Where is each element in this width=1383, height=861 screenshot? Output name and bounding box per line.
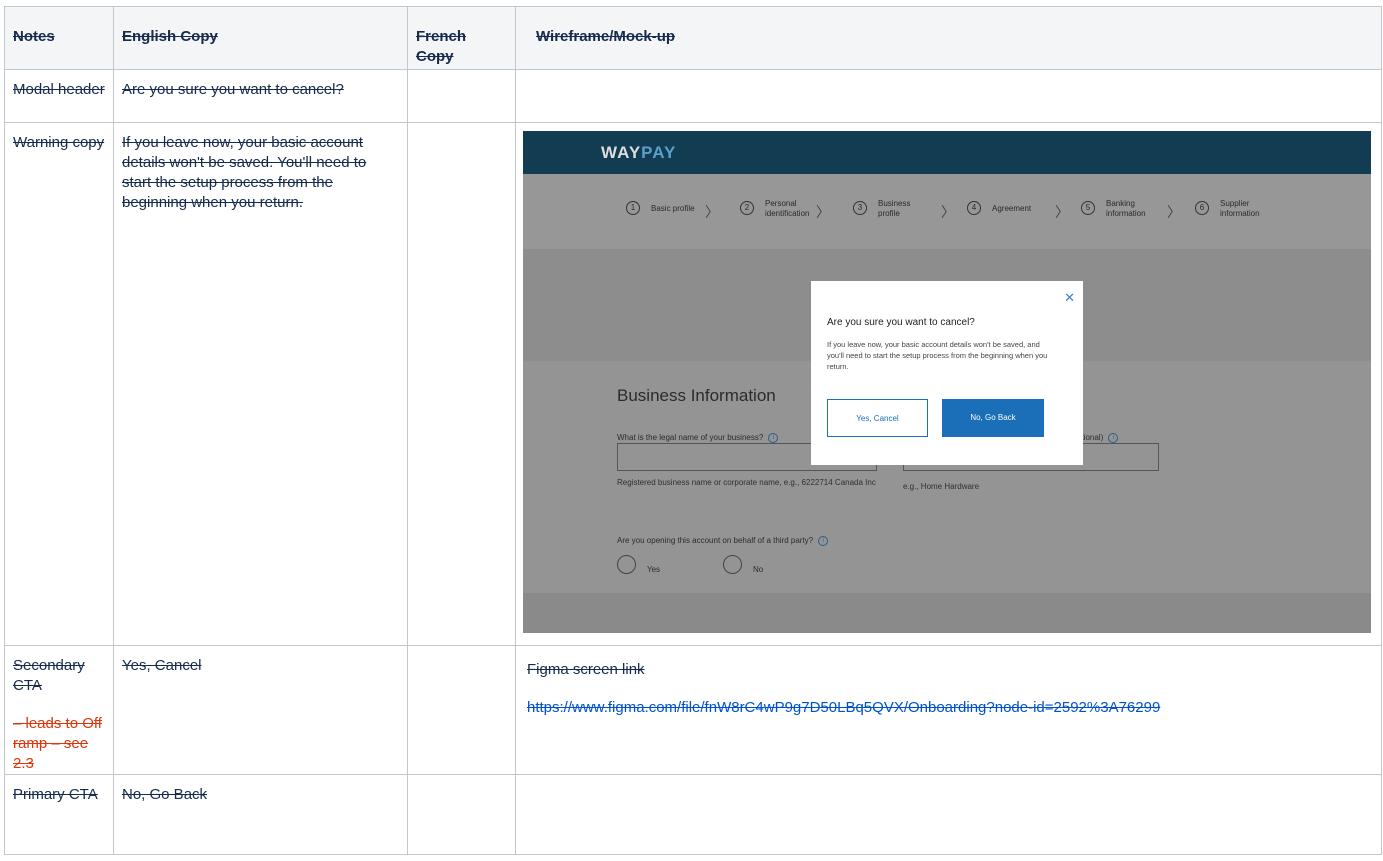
cell-notes: Modal header (4, 69, 114, 123)
table-header-row: Notes English Copy French Copy Wireframe… (4, 6, 1382, 70)
copy-table: Notes English Copy French Copy Wireframe… (4, 6, 1382, 855)
header-french-copy: French Copy (407, 6, 516, 70)
cell-mock: Figma screen link https://www.figma.com/… (515, 645, 1382, 775)
no-radio-label: No (753, 565, 764, 574)
cancel-modal: ✕ Are you sure you want to cancel? If yo… (811, 281, 1083, 465)
cell-french (407, 69, 516, 123)
cell-notes: Warning copy (4, 122, 114, 646)
table-row: Modal header Are you sure you want to ca… (4, 69, 1382, 123)
mock-header-bar: WAYPAY (523, 131, 1371, 174)
no-radio[interactable] (723, 555, 742, 574)
mock-footer (523, 593, 1371, 633)
info-icon[interactable]: i (768, 432, 779, 443)
modal-title: Are you sure you want to cancel? (827, 317, 975, 328)
header-wireframe: Wireframe/Mock-up (515, 6, 1382, 70)
cell-notes: Primary CTA (4, 774, 114, 855)
off-ramp-note: – leads to Off ramp – see 2.3 (13, 715, 102, 772)
table-row: Secondary CTA – leads to Off ramp – see … (4, 645, 1382, 775)
table-row: Warning copy If you leave now, your basi… (4, 122, 1382, 646)
cell-notes: Secondary CTA – leads to Off ramp – see … (4, 645, 114, 775)
header-notes: Notes (4, 6, 114, 70)
yes-radio-label: Yes (647, 565, 661, 574)
chevron-right-icon: 〉 (941, 204, 955, 220)
cell-english: Are you sure you want to cancel? (113, 69, 408, 123)
waypay-logo: WAYPAY (601, 143, 677, 162)
info-icon[interactable]: i (818, 535, 829, 546)
cell-english: Yes, Cancel (113, 645, 408, 775)
modal-body: If you leave now, your basic account det… (827, 340, 1048, 371)
wireframe-mockup: WAYPAY 1 Basic profile 〉 2 Personal identi… (523, 131, 1371, 633)
form-title: Business Information (617, 386, 776, 405)
table-row: Primary CTA No, Go Back (4, 774, 1382, 855)
close-icon[interactable]: ✕ (1064, 288, 1075, 308)
cell-french (407, 645, 516, 775)
cell-french (407, 774, 516, 855)
cell-mock (515, 69, 1382, 123)
yes-radio[interactable] (617, 555, 636, 574)
cell-english: If you leave now, your basic account det… (113, 122, 408, 646)
cell-french (407, 122, 516, 646)
chevron-right-icon: 〉 (1167, 204, 1181, 220)
chevron-right-icon: 〉 (1055, 204, 1069, 220)
chevron-right-icon: 〉 (816, 204, 830, 220)
progress-stepper: 1 Basic profile 〉 2 Personal identificatio… (523, 174, 1371, 249)
cell-mock (515, 774, 1382, 855)
operating-name-help: e.g., Home Hardware (903, 482, 980, 491)
figma-label: Figma screen link (527, 661, 645, 678)
figma-link[interactable]: https://www.figma.com/file/fnW8rC4wP9g7D… (527, 698, 1373, 718)
third-party-label: Are you opening this account on behalf o… (617, 531, 829, 551)
no-go-back-button[interactable]: No, Go Back (942, 399, 1044, 437)
legal-name-help: Registered business name or corporate na… (617, 478, 876, 487)
cell-english: No, Go Back (113, 774, 408, 855)
chevron-right-icon: 〉 (705, 204, 719, 220)
header-english-copy: English Copy (113, 6, 408, 70)
yes-cancel-button[interactable]: Yes, Cancel (827, 399, 928, 437)
info-icon[interactable]: i (1108, 432, 1119, 443)
cell-mock: WAYPAY 1 Basic profile 〉 2 Personal identi… (515, 122, 1382, 646)
